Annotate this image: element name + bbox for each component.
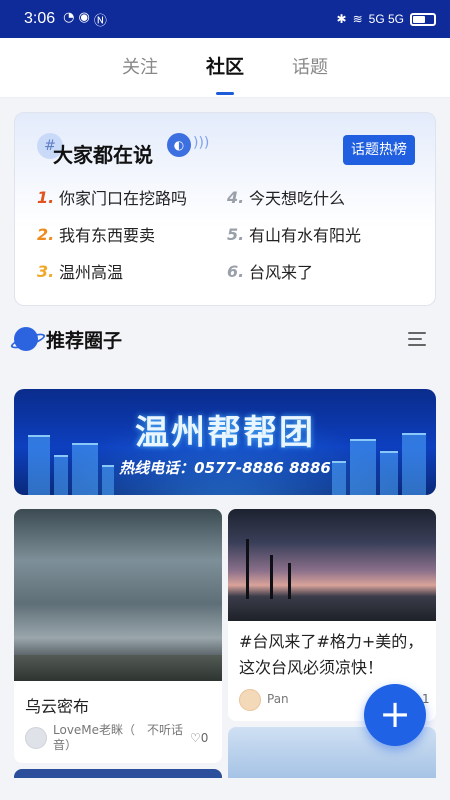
recommend-title: 推荐圈子 bbox=[46, 329, 123, 352]
status-time: 3:06 bbox=[24, 10, 56, 27]
banner-phone: 热线电话：0577-8886 8886 bbox=[119, 459, 331, 477]
hot-topics-title: 大家都在说 bbox=[53, 143, 153, 167]
post-author: Pan bbox=[267, 692, 289, 706]
topic-rank-number: 3. bbox=[37, 261, 55, 281]
post-author: LoveMe老眯（ 不听话音） bbox=[53, 723, 184, 752]
topic-text: 有山有水有阳光 bbox=[249, 226, 362, 245]
topic-text: 今天想吃什么 bbox=[249, 189, 346, 208]
nfc-icon: Ⓝ bbox=[93, 13, 107, 29]
signal-icon: 5G 5G bbox=[368, 12, 404, 26]
topic-text: 我有东西要卖 bbox=[59, 226, 156, 245]
battery-icon bbox=[410, 12, 436, 26]
topic-list: 1. 你家门口在挖路吗 4. 今天想吃什么 2. 我有东西要卖 5. 有山有水有阳光 3. 温州高… bbox=[37, 187, 417, 283]
tab-topics[interactable]: 话题 bbox=[292, 53, 328, 83]
menu-icon[interactable] bbox=[408, 331, 428, 347]
avatar[interactable] bbox=[239, 689, 261, 711]
topic-text: 温州高温 bbox=[59, 263, 124, 282]
topic-item[interactable]: 4. 今天想吃什么 bbox=[227, 187, 417, 209]
post-title: 乌云密布 bbox=[25, 697, 90, 716]
status-bar: 3:06 ◔ ◉ Ⓝ ✱ ≋ 5G 5G bbox=[0, 0, 450, 38]
topic-rank-number: 5. bbox=[227, 224, 245, 244]
post-title: #台风来了#格力+美的，这次台风必须凉快！ bbox=[239, 632, 424, 677]
sound-wave-icon: ))) bbox=[193, 135, 210, 151]
topic-text: 台风来了 bbox=[249, 263, 314, 282]
topic-rank-number: 2. bbox=[37, 224, 55, 244]
recommend-section-header: 推荐圈子 bbox=[14, 322, 436, 356]
banner-title: 温州帮帮团 bbox=[135, 413, 315, 453]
speed-icon: ◔ bbox=[63, 9, 75, 25]
like-count[interactable]: ♡0 bbox=[190, 731, 208, 745]
topic-item[interactable]: 6. 台风来了 bbox=[227, 261, 417, 283]
status-right-icons: ✱ ≋ 5G 5G bbox=[337, 12, 436, 26]
top-tabs: 关注 社区 话题 bbox=[0, 38, 450, 98]
wifi-icon: ≋ bbox=[352, 12, 363, 26]
circle-banner[interactable]: 温州帮帮团 热线电话：0577-8886 8886 bbox=[14, 389, 436, 495]
heart-icon: ♡ bbox=[190, 731, 201, 745]
topic-item[interactable]: 5. 有山有水有阳光 bbox=[227, 224, 417, 246]
eye-icon: ◉ bbox=[78, 9, 90, 25]
planet-icon bbox=[14, 327, 38, 351]
topic-rank-number: 1. bbox=[37, 187, 55, 207]
tab-community[interactable]: 社区 bbox=[206, 52, 244, 95]
topic-item[interactable]: 2. 我有东西要卖 bbox=[37, 224, 227, 246]
bluetooth-icon: ✱ bbox=[336, 12, 347, 26]
topic-item[interactable]: 1. 你家门口在挖路吗 bbox=[37, 187, 227, 209]
post-photo bbox=[14, 509, 222, 681]
tab-follow[interactable]: 关注 bbox=[122, 53, 158, 83]
topic-rank-number: 6. bbox=[227, 261, 245, 281]
like-number: 0 bbox=[200, 731, 209, 745]
topic-item[interactable]: 3. 温州高温 bbox=[37, 261, 227, 283]
status-left-icons: ◔ ◉ Ⓝ bbox=[63, 10, 107, 29]
add-post-button[interactable]: + bbox=[364, 684, 426, 746]
bottom-spacer bbox=[0, 778, 450, 800]
listen-icon: ◐ bbox=[167, 133, 191, 157]
avatar[interactable] bbox=[25, 727, 47, 749]
topic-text: 你家门口在挖路吗 bbox=[59, 189, 188, 208]
hot-topics-card: # 大家都在说 ◐ ))) 话题热榜 1. 你家门口在挖路吗 4. 今天想吃什么 2. 我… bbox=[14, 112, 436, 306]
post-photo bbox=[228, 509, 436, 621]
topic-rank-button[interactable]: 话题热榜 bbox=[343, 135, 415, 165]
topic-rank-number: 4. bbox=[227, 187, 245, 207]
post-card[interactable]: 乌云密布 LoveMe老眯（ 不听话音） ♡0 bbox=[14, 509, 222, 763]
